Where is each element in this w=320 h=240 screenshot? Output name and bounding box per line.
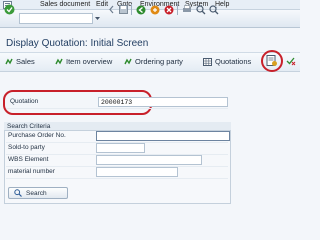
purchase-order-input[interactable] bbox=[96, 131, 230, 141]
toolbar-separator bbox=[177, 4, 178, 15]
ordering-party-icon bbox=[124, 58, 132, 65]
search-icon bbox=[14, 189, 22, 197]
command-field-dropdown-icon[interactable] bbox=[94, 15, 101, 22]
item-overview-icon bbox=[55, 58, 63, 65]
sold-to-party-input[interactable] bbox=[96, 143, 145, 153]
quotations-button[interactable]: Quotations bbox=[203, 57, 251, 67]
ordering-party-button[interactable]: Ordering party bbox=[124, 57, 183, 67]
wbs-element-label: WBS Element bbox=[8, 156, 49, 163]
sales-icon bbox=[5, 58, 13, 65]
material-number-input[interactable] bbox=[96, 167, 178, 177]
save-icon[interactable] bbox=[118, 4, 128, 15]
ordering-party-label: Ordering party bbox=[135, 57, 183, 66]
cancel-icon[interactable] bbox=[163, 4, 174, 15]
grid-icon bbox=[203, 58, 212, 66]
print-icon[interactable] bbox=[181, 4, 192, 15]
search-criteria-title: Search Criteria bbox=[4, 122, 231, 131]
page-title: Display Quotation: Initial Screen bbox=[6, 38, 149, 49]
sales-button[interactable]: Sales bbox=[5, 57, 35, 67]
item-overview-button[interactable]: Item overview bbox=[55, 57, 112, 67]
find-icon[interactable] bbox=[195, 4, 206, 15]
quotations-label: Quotations bbox=[215, 57, 252, 66]
search-button-label: Search bbox=[26, 189, 47, 197]
purchase-order-label: Purchase Order No. bbox=[8, 132, 66, 139]
find-next-icon[interactable]: + bbox=[208, 4, 219, 15]
material-number-label: material number bbox=[8, 168, 55, 175]
quotation-label: Quotation bbox=[10, 98, 39, 105]
sold-to-party-label: Sold-to party bbox=[8, 144, 45, 151]
document-flow-icon[interactable] bbox=[266, 55, 278, 67]
wbs-element-input[interactable] bbox=[96, 155, 202, 165]
collapse-toolbar-icon[interactable] bbox=[106, 4, 116, 15]
row-divider bbox=[6, 108, 228, 109]
svg-text:+: + bbox=[215, 5, 218, 10]
search-button[interactable]: Search bbox=[8, 187, 68, 199]
item-overview-label: Item overview bbox=[66, 57, 113, 66]
sales-label: Sales bbox=[16, 57, 35, 66]
quotation-input[interactable] bbox=[98, 97, 228, 107]
exit-icon[interactable] bbox=[149, 4, 160, 15]
row-divider bbox=[6, 178, 228, 179]
toolbar-separator bbox=[131, 4, 132, 15]
menu-sales-document[interactable]: Sales document bbox=[40, 1, 90, 9]
enter-icon[interactable] bbox=[3, 4, 15, 15]
command-field[interactable] bbox=[19, 13, 93, 24]
back-icon[interactable] bbox=[135, 4, 146, 15]
configure-icon[interactable] bbox=[286, 56, 296, 66]
